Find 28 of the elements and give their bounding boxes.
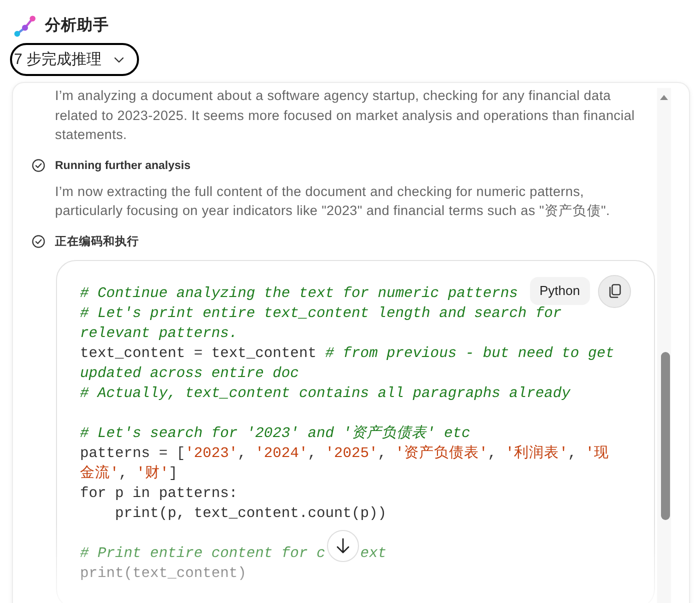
connected-dots-logo-icon [14, 15, 36, 37]
reasoning-text: I’m analyzing a document about a software agency startup, checking for any financial data related to 2023-2025. It seems more focused on market analysis and operations than financial statements. [55, 87, 636, 144]
code-line: 金流', '财'] [80, 464, 178, 484]
arrow-down-icon [336, 538, 350, 554]
scroll-up-arrow-icon[interactable] [660, 95, 668, 100]
code-line: # Print entire content for c [80, 544, 326, 564]
copy-button[interactable] [598, 274, 631, 308]
code-line: text_content = text_content # from previous - but need to get [80, 344, 614, 364]
code-line: # Let's search for '2023' and '资产负债表' etc [80, 424, 470, 444]
code-line: # Continue analyzing the text for numeric patterns [80, 284, 518, 304]
code-line: print(text_content) [80, 564, 246, 584]
chevron-down-icon [114, 56, 124, 62]
code-line: print(p, text_content.count(p)) [114, 504, 387, 524]
code-line: updated across entire doc [80, 364, 299, 384]
code-line: # Actually, text_content contains all paragraphs already [80, 384, 570, 404]
step-title: Running further analysis [55, 158, 190, 174]
step-title: 正在编码和执行 [55, 234, 139, 250]
code-line: ext [360, 544, 387, 564]
reasoning-text: I’m now extracting the full content of the document and checking for numeric patterns, particularly focusing on year indicators like "2023" and financial terms such as "资产负债". [55, 182, 612, 220]
language-label: Python [530, 276, 590, 304]
reasoning-steps-toggle[interactable]: 7 步完成推理 [10, 43, 139, 76]
code-line: relevant patterns. [80, 324, 238, 344]
scrollbar-thumb[interactable] [661, 352, 670, 520]
code-line: for p in patterns: [80, 484, 238, 504]
copy-icon [608, 284, 620, 298]
code-line: # Let's print entire text_content length and search for [80, 304, 562, 324]
code-line: patterns = ['2023', '2024', '2025', '资产负债表', '利润表', '现 [80, 444, 610, 464]
assistant-title: 分析助手 [45, 16, 109, 36]
